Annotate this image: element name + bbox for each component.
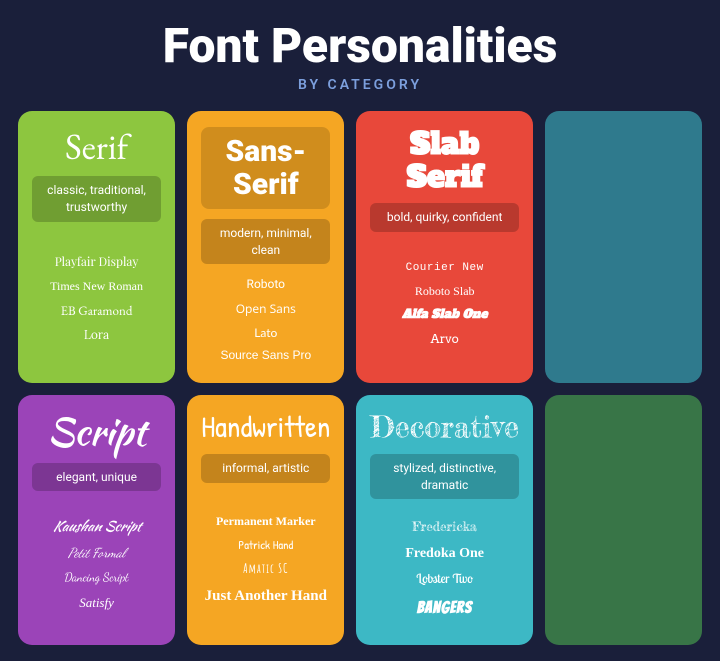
serif-fonts: Playfair Display Times New Roman EB Gara… <box>50 232 143 367</box>
script-title: Script <box>47 411 146 453</box>
script-description: elegant, unique <box>32 463 161 492</box>
slab-serif-description: bold, quirky, confident <box>370 203 518 232</box>
decorative-fonts: Fredericka Fredoka One Lobster Two Bange… <box>405 509 484 628</box>
font-patrick-hand: Patrick Hand <box>238 534 293 556</box>
font-courier-new: Courier New <box>406 259 484 279</box>
sans-serif-fonts: Roboto Open Sans Lato Source Sans Pro <box>220 274 311 366</box>
sans-serif-title: Sans-Serif <box>201 127 330 209</box>
font-lato: Lato <box>254 322 277 344</box>
font-eb-garamond: EB Garamond <box>61 299 133 322</box>
font-satisfy: Satisfy <box>79 591 114 614</box>
font-petit-formal: Petit Formal <box>68 542 125 565</box>
font-roboto: Roboto <box>247 274 285 296</box>
sans-serif-description: modern, minimal, clean <box>201 219 330 265</box>
font-playfair-display: Playfair Display <box>55 252 139 274</box>
serif-description: classic, traditional, trustworthy <box>32 176 161 222</box>
slab-serif-title: Slab Serif <box>370 127 518 193</box>
font-lora: Lora <box>84 325 109 347</box>
page-title: Font Personalities <box>163 20 558 73</box>
font-fredericka: Fredericka <box>412 516 477 539</box>
card-sans-serif: Sans-Serif modern, minimal, clean Roboto… <box>187 111 344 383</box>
slab-serif-fonts: Courier New Roboto Slab Alfa Slab One Ar… <box>402 242 488 367</box>
font-times-new-roman: Times New Roman <box>50 276 143 298</box>
decorative-description: stylized, distinctive, dramatic <box>370 454 518 500</box>
handwritten-description: informal, artistic <box>201 454 330 483</box>
font-roboto-slab: Roboto Slab <box>415 281 475 303</box>
font-bangers: Bangers <box>417 594 472 623</box>
serif-title: Serif <box>65 127 128 167</box>
font-source-sans-pro: Source Sans Pro <box>220 345 311 367</box>
font-kaushan-script: Kaushan Script <box>53 515 141 540</box>
decorative-title: Decorative <box>370 411 518 444</box>
card-script: Script elegant, unique Kaushan Script Pe… <box>18 395 175 645</box>
font-open-sans: Open Sans <box>236 298 296 320</box>
card-extra-bottom-right <box>545 395 702 645</box>
page-subtitle: BY CATEGORY <box>298 77 422 93</box>
font-just-another-hand: Just Another Hand <box>205 583 327 610</box>
card-extra-top-right <box>545 111 702 383</box>
handwritten-title: Handwritten <box>201 411 330 444</box>
font-fredoka-one: Fredoka One <box>405 541 484 566</box>
font-lobster-two: Lobster Two <box>416 568 473 591</box>
script-fonts: Kaushan Script Petit Formal Dancing Scri… <box>53 501 141 628</box>
font-grid: Serif classic, traditional, trustworthy … <box>10 111 710 645</box>
handwritten-fonts: Permanent Marker Patrick Hand Amatic SC … <box>205 493 327 629</box>
font-arvo: Arvo <box>431 328 459 350</box>
card-decorative: Decorative stylized, distinctive, dramat… <box>356 395 532 645</box>
font-dancing-script: Dancing Script <box>64 568 128 590</box>
font-permanent-marker: Permanent Marker <box>216 511 316 533</box>
card-handwritten: Handwritten informal, artistic Permanent… <box>187 395 344 645</box>
card-slab-serif: Slab Serif bold, quirky, confident Couri… <box>356 111 532 383</box>
card-serif: Serif classic, traditional, trustworthy … <box>18 111 175 383</box>
font-amatic-sc: Amatic SC <box>243 558 288 581</box>
font-alfa-slab-one: Alfa Slab One <box>402 304 488 326</box>
